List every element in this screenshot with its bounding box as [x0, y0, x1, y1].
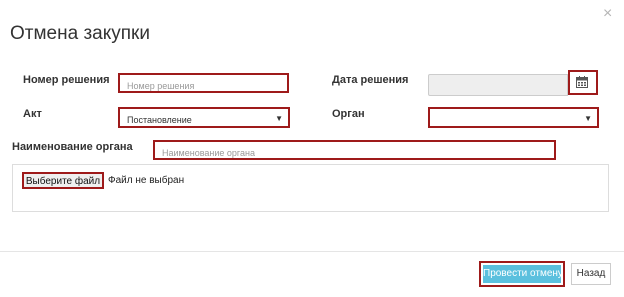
choose-file-button[interactable]: Выберите файл	[22, 172, 104, 189]
act-label: Акт	[23, 108, 42, 120]
dialog-title: Отмена закупки	[10, 23, 150, 44]
decision-number-input[interactable]: Номер решения	[118, 73, 289, 93]
chevron-down-icon: ▼	[584, 114, 592, 123]
decision-date-label: Дата решения	[332, 74, 409, 86]
submit-cancel-button[interactable]: Провести отмену	[479, 261, 565, 287]
chevron-down-icon: ▼	[275, 114, 283, 123]
close-icon[interactable]: ×	[603, 6, 612, 22]
footer-divider	[0, 251, 624, 252]
act-select[interactable]: Постановление ▼	[118, 107, 290, 128]
organ-name-placeholder: Наименование органа	[162, 148, 255, 158]
cancel-purchase-dialog: × Отмена закупки Номер решения Номер реш…	[0, 0, 624, 297]
organ-label: Орган	[332, 108, 365, 120]
organ-select[interactable]: ▼	[428, 107, 599, 128]
decision-date-input	[428, 74, 568, 96]
decision-number-label: Номер решения	[23, 74, 110, 86]
calendar-icon	[576, 76, 588, 88]
file-status-text: Файл не выбран	[108, 175, 185, 186]
calendar-button[interactable]	[568, 70, 598, 95]
organ-name-input[interactable]: Наименование органа	[153, 140, 556, 160]
organ-name-label: Наименование органа	[12, 141, 133, 153]
back-button[interactable]: Назад	[571, 263, 611, 285]
submit-cancel-label: Провести отмену	[483, 265, 563, 283]
choose-file-label: Выберите файл	[25, 176, 101, 187]
act-selected-value: Постановление	[127, 115, 192, 125]
decision-number-placeholder: Номер решения	[127, 81, 195, 91]
